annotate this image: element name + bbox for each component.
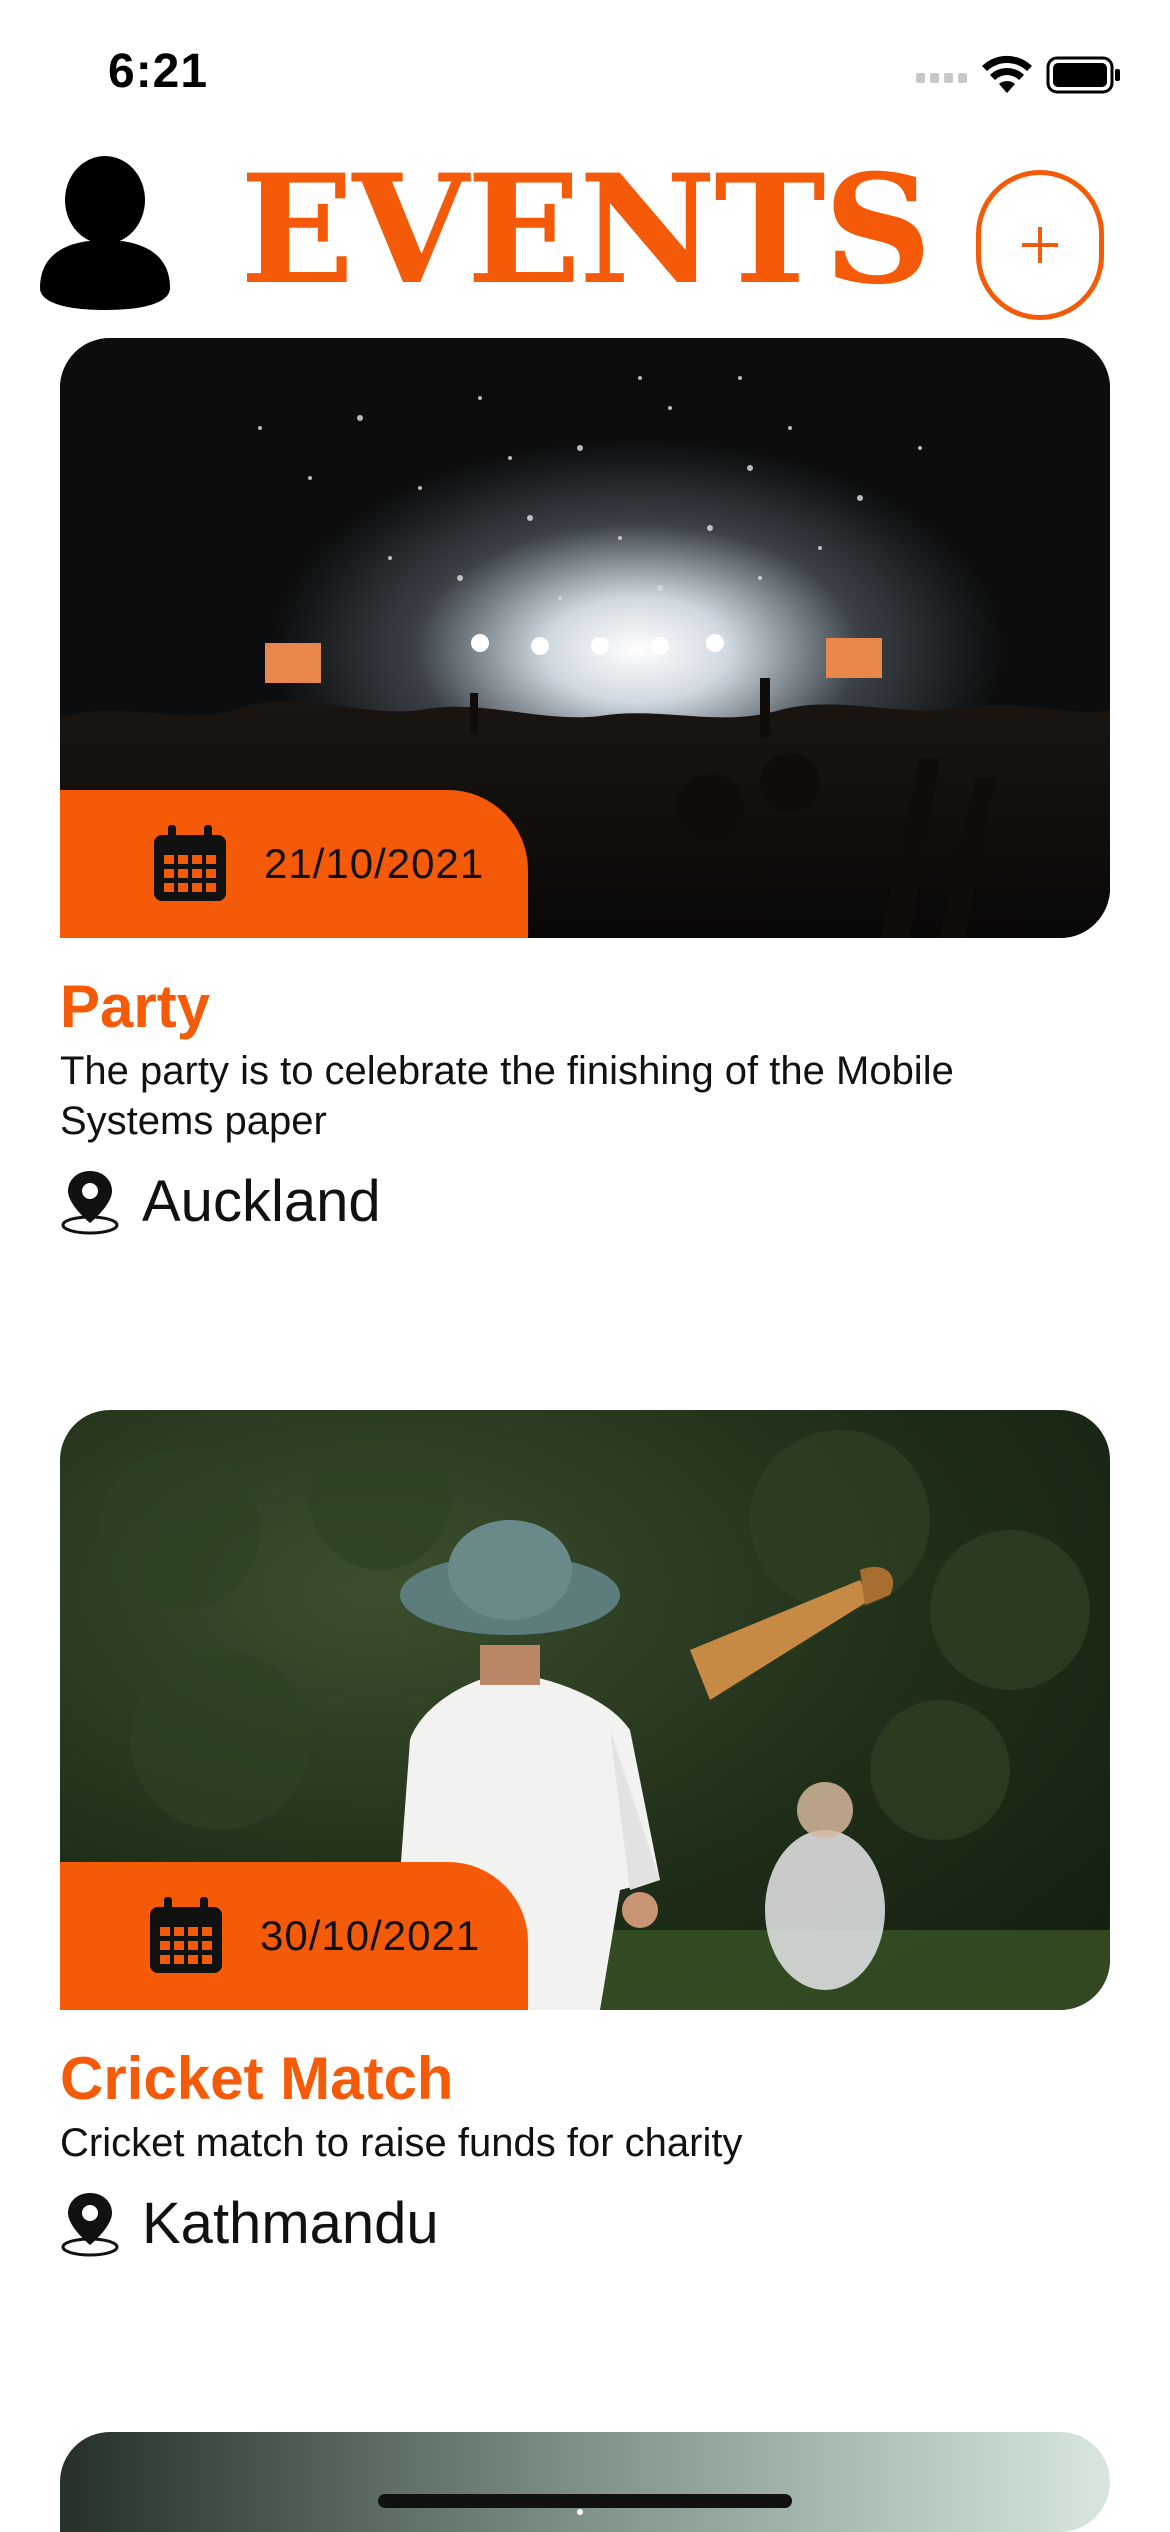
location-pin-icon bbox=[61, 1170, 119, 1234]
calendar-icon bbox=[154, 825, 226, 901]
plus-icon bbox=[1022, 227, 1058, 263]
event-photo-partial bbox=[60, 2432, 1110, 2532]
event-location: Kathmandu bbox=[60, 2190, 1110, 2257]
date-badge: 30/10/2021 bbox=[60, 1862, 528, 2010]
cellular-signal-icon bbox=[916, 73, 967, 83]
status-bar: 6:21 bbox=[0, 0, 1170, 140]
battery-icon bbox=[1046, 56, 1120, 94]
wifi-icon bbox=[982, 55, 1032, 93]
status-time: 6:21 bbox=[108, 45, 209, 98]
calendar-icon bbox=[150, 1897, 222, 1973]
event-card[interactable]: 30/10/2021 Cricket Match Cricket match t… bbox=[60, 1410, 1110, 2257]
event-image bbox=[60, 2432, 1110, 2532]
event-location-text: Auckland bbox=[142, 1169, 381, 1234]
header: EVENTS bbox=[0, 140, 1170, 340]
event-description: Cricket match to raise funds for charity bbox=[60, 2121, 743, 2165]
location-pin-icon bbox=[61, 2192, 119, 2256]
event-title: Party bbox=[60, 973, 211, 1040]
event-card[interactable] bbox=[60, 2432, 1110, 2532]
event-image: 21/10/2021 bbox=[60, 338, 1110, 938]
event-image: 30/10/2021 bbox=[60, 1410, 1110, 2010]
date-badge: 21/10/2021 bbox=[60, 790, 528, 938]
event-card[interactable]: 21/10/2021 Party The party is to celebra… bbox=[60, 338, 1110, 1235]
event-title: Cricket Match bbox=[60, 2045, 454, 2112]
home-indicator[interactable] bbox=[378, 2494, 792, 2508]
event-date: 30/10/2021 bbox=[260, 1912, 481, 1959]
status-icons bbox=[916, 50, 1122, 100]
event-description: The party is to celebrate the finishing … bbox=[60, 1049, 954, 1143]
event-location: Auckland bbox=[60, 1168, 1110, 1235]
event-date: 21/10/2021 bbox=[264, 840, 485, 887]
add-event-button[interactable] bbox=[976, 170, 1104, 320]
event-location-text: Kathmandu bbox=[142, 2191, 439, 2256]
